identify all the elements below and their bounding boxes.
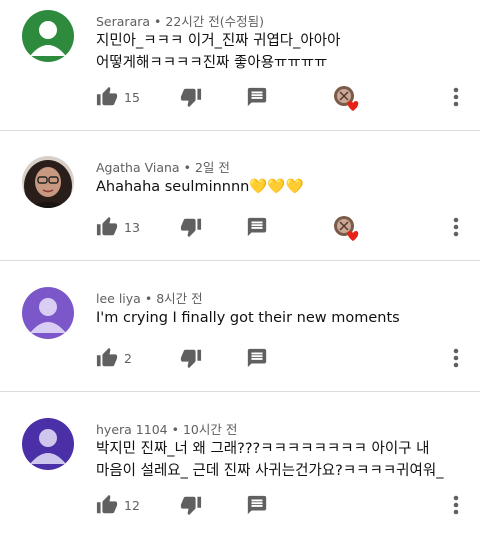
dislike-button[interactable] xyxy=(180,494,202,520)
creator-heart xyxy=(332,214,360,246)
comment-actions: 13 xyxy=(96,216,480,242)
like-count: 15 xyxy=(124,90,140,105)
dislike-button[interactable] xyxy=(180,347,202,373)
like-button[interactable] xyxy=(96,86,118,112)
like-count: 12 xyxy=(124,498,140,513)
comment-meta: lee liya • 8시간 전 xyxy=(96,291,203,306)
like-button[interactable] xyxy=(96,347,118,373)
more-options-button[interactable] xyxy=(448,494,464,520)
more-options-button[interactable] xyxy=(448,216,464,242)
creator-heart xyxy=(332,84,360,116)
comment-text: Ahahaha seulminnnn💛💛💛 xyxy=(96,179,304,195)
comment-actions: 2 xyxy=(96,347,480,371)
like-count: 2 xyxy=(124,351,132,366)
comment-text: 박지민 진짜_너 왜 그래???ㅋㅋㅋㅋㅋㅋㅋㅋ 아이구 내 마음이 설레요_ … xyxy=(96,441,444,479)
thumbs-up-icon xyxy=(96,347,118,367)
reply-button[interactable] xyxy=(246,494,268,520)
timestamp: 10시간 전 xyxy=(182,422,238,437)
avatar[interactable] xyxy=(22,156,74,208)
timestamp: 2일 전 xyxy=(194,160,230,175)
timestamp: 22시간 전(수정됨) xyxy=(165,14,265,29)
like-button[interactable] xyxy=(96,216,118,242)
like-count: 13 xyxy=(124,220,140,235)
thumbs-down-icon xyxy=(180,88,202,108)
reply-icon xyxy=(247,348,267,368)
avatar[interactable] xyxy=(22,418,74,470)
thumbs-up-icon xyxy=(96,216,118,236)
divider xyxy=(0,260,480,261)
reply-icon xyxy=(247,495,267,515)
timestamp: 8시간 전 xyxy=(156,291,203,306)
comment-text: I'm crying I finally got their new momen… xyxy=(96,310,400,326)
divider xyxy=(0,130,480,131)
more-vert-icon xyxy=(453,87,459,107)
thumbs-up-icon xyxy=(96,494,118,514)
comment-actions: 15 xyxy=(96,86,480,112)
author-name[interactable]: hyera 1104 xyxy=(96,422,168,437)
thumbs-down-icon xyxy=(180,349,202,369)
more-vert-icon xyxy=(453,495,459,515)
comment-text: 지민아_ㅋㅋㅋ 이거_진짜 귀엽다_아아아 어떻게해ㅋㅋㅋㅋ진짜 좋아용ㅠㅠㅠㅠ xyxy=(96,33,341,71)
creator-heart-icon xyxy=(334,216,359,241)
thumbs-down-icon xyxy=(180,218,202,238)
reply-button[interactable] xyxy=(246,216,268,242)
author-name[interactable]: Agatha Viana xyxy=(96,160,180,175)
dislike-button[interactable] xyxy=(180,216,202,242)
avatar[interactable] xyxy=(22,287,74,339)
dislike-button[interactable] xyxy=(180,86,202,112)
thumbs-down-icon xyxy=(180,496,202,516)
comment-meta: hyera 1104 • 10시간 전 xyxy=(96,422,238,437)
more-vert-icon xyxy=(453,217,459,237)
creator-heart-icon xyxy=(334,86,359,111)
comment-item: Agatha Viana • 2일 전 Ahahaha seulminnnn💛💛💛 xyxy=(0,156,480,256)
reply-button[interactable] xyxy=(246,86,268,112)
more-options-button[interactable] xyxy=(448,86,464,112)
comment-meta: Agatha Viana • 2일 전 xyxy=(96,160,230,175)
more-vert-icon xyxy=(453,348,459,368)
reply-icon xyxy=(247,87,267,107)
avatar[interactable] xyxy=(22,10,74,62)
reply-button[interactable] xyxy=(246,347,268,373)
like-button[interactable] xyxy=(96,494,118,520)
author-name[interactable]: lee liya xyxy=(96,291,141,306)
author-name[interactable]: Serarara xyxy=(96,14,150,29)
divider xyxy=(0,391,480,392)
thumbs-up-icon xyxy=(96,86,118,106)
reply-icon xyxy=(247,217,267,237)
more-options-button[interactable] xyxy=(448,347,464,373)
comment-meta: Serarara • 22시간 전(수정됨) xyxy=(96,14,265,29)
comment-actions: 12 xyxy=(96,494,480,518)
